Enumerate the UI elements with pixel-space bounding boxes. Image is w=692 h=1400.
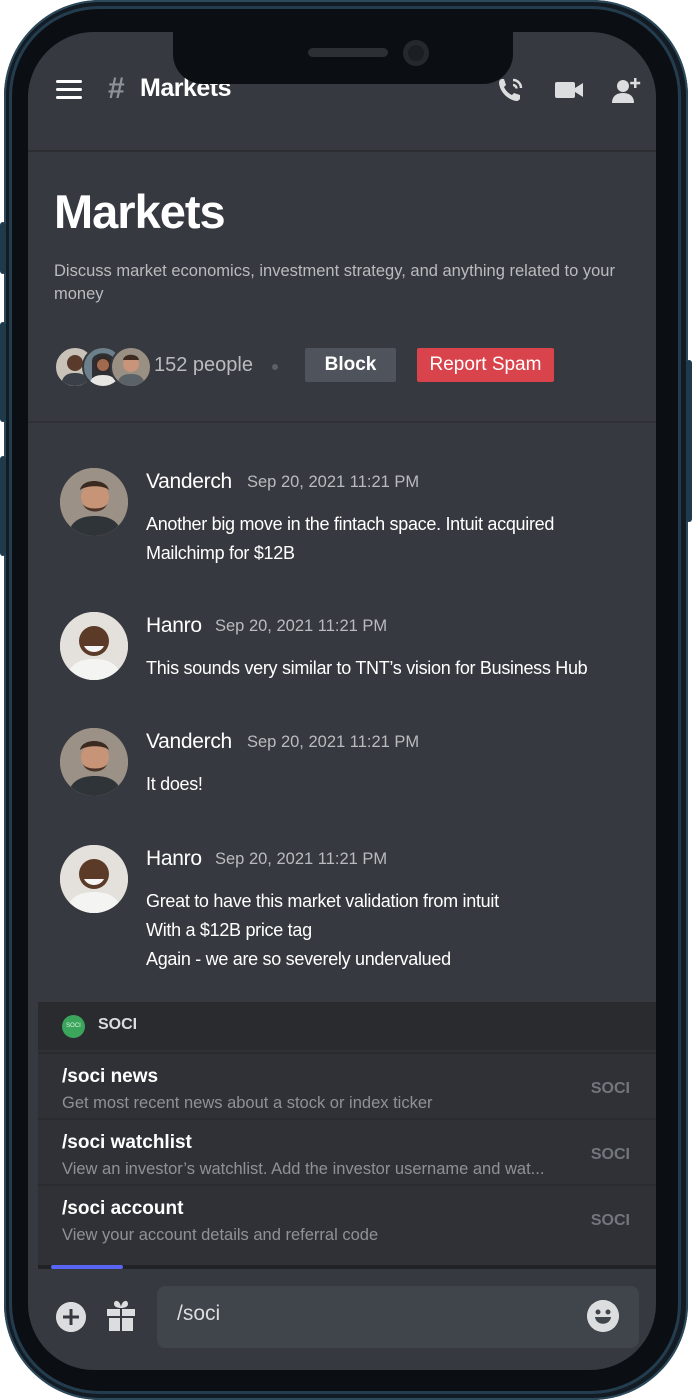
command-item-account[interactable]: /soci account View your account details … bbox=[38, 1184, 656, 1250]
divider bbox=[28, 421, 656, 423]
side-button-volume-down bbox=[0, 456, 6, 556]
command-source: SOCI bbox=[590, 1212, 630, 1229]
emoji-icon[interactable] bbox=[587, 1300, 619, 1332]
side-button-mute bbox=[0, 222, 6, 274]
message-input[interactable]: /soci bbox=[157, 1286, 639, 1348]
command-description: Get most recent news about a stock or in… bbox=[62, 1094, 433, 1112]
command-description: View an investor’s watchlist. Add the in… bbox=[62, 1160, 545, 1178]
message-text: Another big move in the fintach space. I… bbox=[146, 510, 554, 568]
command-item-watchlist[interactable]: /soci watchlist View an investor’s watch… bbox=[38, 1118, 656, 1184]
avatar[interactable] bbox=[60, 468, 128, 536]
message-text: Great to have this market validation fro… bbox=[146, 887, 499, 974]
message-author[interactable]: Vanderch bbox=[146, 730, 232, 754]
message-author[interactable]: Hanro bbox=[146, 847, 202, 871]
command-description: View your account details and referral c… bbox=[62, 1226, 379, 1244]
avatar[interactable] bbox=[60, 612, 128, 680]
command-name: /soci watchlist bbox=[62, 1132, 192, 1153]
message-line: With a $12B price tag bbox=[146, 920, 312, 940]
message-line: Great to have this market validation fro… bbox=[146, 891, 499, 911]
page-title: Markets bbox=[54, 185, 226, 238]
command-name: /soci account bbox=[62, 1198, 184, 1219]
avatar[interactable] bbox=[60, 728, 128, 796]
channel-hash-icon: # bbox=[108, 72, 125, 105]
command-name: /soci news bbox=[62, 1066, 159, 1087]
phone-call-icon[interactable] bbox=[496, 76, 528, 104]
message-text: This sounds very similar to TNT’s vision… bbox=[146, 654, 588, 683]
add-user-icon[interactable] bbox=[610, 76, 642, 104]
channel-description: Discuss market economics, investment str… bbox=[54, 262, 615, 303]
notch bbox=[173, 32, 513, 84]
message-timestamp: Sep 20, 2021 11:21 PM bbox=[247, 473, 420, 491]
command-popup-header: SOCI SOCI bbox=[38, 1002, 656, 1050]
plus-icon[interactable] bbox=[56, 1302, 86, 1332]
message-line: It does! bbox=[146, 774, 203, 794]
message-line: Again - we are so severely undervalued bbox=[146, 949, 451, 969]
report-spam-button[interactable]: Report Spam bbox=[417, 348, 554, 382]
message-timestamp: Sep 20, 2021 11:21 PM bbox=[215, 850, 388, 868]
popup-bottom-border bbox=[38, 1265, 656, 1269]
hamburger-icon[interactable] bbox=[56, 80, 82, 100]
member-count: 152 people bbox=[154, 354, 253, 376]
message-input-value[interactable]: /soci bbox=[177, 1302, 220, 1326]
speaker bbox=[308, 48, 388, 57]
avatar[interactable] bbox=[60, 845, 128, 913]
soci-logo-icon: SOCI bbox=[62, 1015, 85, 1038]
command-source: SOCI bbox=[590, 1080, 630, 1097]
video-icon[interactable] bbox=[553, 76, 585, 104]
scroll-indicator bbox=[51, 1265, 123, 1269]
gift-icon[interactable] bbox=[106, 1298, 136, 1332]
command-popup: SOCI SOCI /soci news Get most recent new… bbox=[38, 1002, 656, 1268]
command-popup-title: SOCI bbox=[98, 1016, 138, 1033]
avatar bbox=[110, 346, 152, 388]
message-line: Another big move in the fintach space. I… bbox=[146, 514, 555, 534]
message-line: This sounds very similar to TNT’s vision… bbox=[146, 658, 588, 678]
screen: # Markets Markets Discuss market economi… bbox=[28, 32, 656, 1370]
command-source: SOCI bbox=[590, 1146, 630, 1163]
message-line: Mailchimp for $12B bbox=[146, 543, 295, 563]
message-author[interactable]: Hanro bbox=[146, 614, 202, 638]
separator-dot bbox=[272, 364, 278, 370]
side-button-volume-up bbox=[0, 322, 6, 422]
message-timestamp: Sep 20, 2021 11:21 PM bbox=[247, 733, 420, 751]
message-timestamp: Sep 20, 2021 11:21 PM bbox=[215, 617, 388, 635]
message-text: It does! bbox=[146, 770, 203, 799]
block-button[interactable]: Block bbox=[305, 348, 396, 382]
command-item-news[interactable]: /soci news Get most recent news about a … bbox=[38, 1052, 656, 1118]
message-author[interactable]: Vanderch bbox=[146, 470, 232, 494]
side-button-power bbox=[686, 360, 692, 522]
front-camera bbox=[403, 40, 429, 66]
